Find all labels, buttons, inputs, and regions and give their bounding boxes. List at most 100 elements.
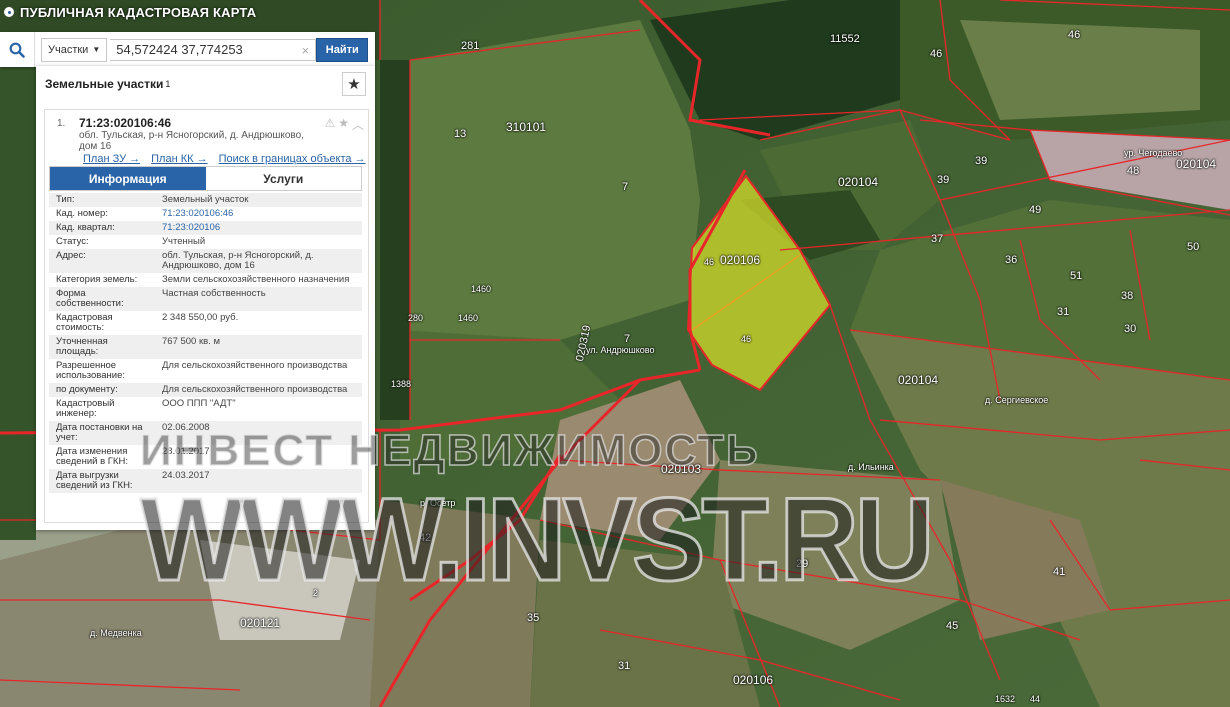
map-label-parcel: 2	[313, 588, 319, 598]
map-label-road: р. Осетр	[420, 498, 456, 508]
map-label-parcel: 1460	[471, 284, 492, 294]
map-label-road: д. Ильинка	[848, 462, 894, 472]
logo-icon	[4, 7, 14, 17]
attribute-row: Форма собственности: Частная собственност…	[49, 287, 362, 311]
attribute-value[interactable]: 71:23:020106	[155, 221, 362, 235]
map-label-quarter: 020104	[1176, 157, 1217, 171]
panel-header: Земельные участки 1 ★	[36, 66, 375, 102]
attribute-value: Учтенный	[162, 236, 206, 247]
attribute-row: Кад. квартал: 71:23:020106	[49, 221, 362, 235]
attribute-row: Категория земель: Земли сельскохозяйствен…	[49, 273, 362, 287]
attribute-key: Адрес:	[49, 249, 155, 273]
map-label-parcel: 46	[930, 48, 943, 60]
card-tabs: Информация Услуги	[49, 166, 362, 191]
attribute-key: Уточненная площадь:	[49, 335, 155, 359]
attribute-value: Для сельскохозяйственного производства	[162, 360, 348, 371]
card-tools: ⚠ ★ ︿	[324, 116, 364, 133]
app-header: ПУБЛИЧНАЯ КАДАСТРОВАЯ КАРТА	[0, 0, 264, 24]
map-label-parcel: 1632	[995, 694, 1016, 704]
attribute-key: Кадастровая стоимость:	[56, 312, 113, 333]
attribute-row: Адрес: обл. Тульская, р-н Ясногорский, д.…	[49, 249, 362, 273]
attribute-key: Тип:	[49, 193, 155, 207]
attribute-row: Статус: Учтенный	[49, 235, 362, 249]
map-label-parcel: 44	[1030, 694, 1041, 704]
map-label-parcel: 280	[408, 313, 424, 323]
map-label-parcel: 29	[796, 558, 809, 570]
map-label-quarter: 020103	[661, 462, 702, 476]
attribute-key: Дата изменения сведений в ГКН:	[56, 446, 128, 467]
attribute-value: ООО ППП "АДТ"	[162, 398, 236, 409]
map-label-parcel: 42	[419, 532, 432, 544]
attribute-row: по документу: Для сельскохозяйственного п…	[49, 383, 362, 397]
parcel-address: обл. Тульская, р-н Ясногорский, д. Андрю…	[79, 130, 304, 152]
map-label-parcel: 35	[527, 612, 540, 624]
map-label-parcel: 49	[1029, 204, 1042, 216]
map-label-quarter: 020106	[720, 253, 761, 267]
chevron-down-icon: ▼	[92, 45, 101, 54]
map-label-parcel: 31	[1057, 306, 1070, 318]
map-label-quarter: 020121	[240, 616, 281, 630]
map-label-parcel: 48	[1127, 165, 1140, 177]
search-submit-button[interactable]: Найти	[316, 37, 369, 62]
attribute-key: Кад. квартал:	[49, 221, 155, 235]
map-label-parcel: 51	[1070, 270, 1083, 282]
attribute-key: Кадастровый инженер:	[56, 398, 115, 419]
attributes-table: Тип: Земельный участок Кад. номер: 71:23:02…	[49, 193, 362, 493]
map-label-quarter: 020106	[733, 673, 774, 687]
panel-title: Земельные участки	[45, 77, 164, 91]
map-label-parcel: 7	[622, 181, 629, 193]
attribute-row: Кадастровая стоимость: 2 348 550,00 руб.	[49, 311, 362, 335]
plan-kk-link[interactable]: План КК →	[151, 153, 207, 165]
search-query-text: 54,572424 37,774253	[116, 42, 243, 57]
tab-services[interactable]: Услуги	[205, 167, 361, 190]
attribute-key: Кад. номер:	[56, 208, 108, 219]
attribute-row: Разрешенное использование: Для сельскохоз…	[49, 359, 362, 383]
map-label-parcel: 50	[1187, 241, 1200, 253]
item-index: 1.	[57, 118, 66, 129]
search-type-select[interactable]: Участки ▼	[41, 37, 108, 62]
attribute-value[interactable]: 71:23:020106:46	[155, 207, 362, 221]
map-label-parcel: 38	[1121, 290, 1134, 302]
attribute-key: Форма собственности:	[49, 287, 155, 311]
favorite-star-icon[interactable]: ★	[342, 72, 366, 96]
map-label-parcel: 13	[454, 128, 467, 140]
map-label-parcel: 39	[937, 174, 950, 186]
attribute-value: Земельный участок	[155, 193, 362, 207]
attribute-value: 24.03.2017	[155, 469, 362, 493]
map-label-quarter: 020104	[838, 175, 879, 189]
map-label-parcel: 36	[1005, 254, 1018, 266]
attribute-row: Дата изменения сведений в ГКН: 28.01.2017	[49, 445, 362, 469]
tab-info[interactable]: Информация	[50, 167, 206, 190]
map-label-quarter: 310101	[506, 120, 547, 134]
map-label-parcel: 46	[1068, 29, 1081, 41]
attribute-value: Частная собственность	[155, 287, 362, 311]
map-label-parcel: 1388	[391, 379, 412, 389]
attribute-key: по документу:	[49, 383, 155, 397]
star-icon[interactable]: ★	[338, 116, 349, 133]
attribute-key: Разрешенное использование:	[56, 360, 126, 381]
attribute-row: Кадастровый инженер: ООО ППП "АДТ"	[49, 397, 362, 421]
parcel-cad-number[interactable]: 71:23:020106:46	[79, 116, 171, 130]
search-input[interactable]: 54,572424 37,774253 ×	[110, 38, 317, 61]
collapse-icon[interactable]: ︿	[352, 116, 364, 133]
map-label-road: ур. Чегодаево	[1124, 148, 1183, 158]
map-label-parcel: 46	[704, 257, 715, 267]
map-label-parcel: 41	[1053, 566, 1066, 578]
clear-icon[interactable]: ×	[302, 43, 310, 58]
search-icon[interactable]	[0, 32, 35, 67]
attribute-value: 2 348 550,00 руб.	[162, 312, 239, 323]
attribute-value: 28.01.2017	[162, 446, 210, 457]
map-label-parcel: 11552	[830, 33, 860, 45]
map-label-parcel: 30	[1124, 323, 1137, 335]
map-label-parcel: 281	[461, 40, 480, 52]
plan-zu-link[interactable]: План ЗУ →	[83, 153, 140, 165]
map-label-parcel: 45	[946, 620, 959, 632]
map-label-quarter: 020104	[898, 373, 939, 387]
attribute-row: Дата постановки на учет: 02.06.2008	[49, 421, 362, 445]
warning-icon[interactable]: ⚠	[324, 116, 335, 133]
attribute-key: Категория земель:	[56, 274, 138, 285]
map-label-parcel: 7	[624, 333, 631, 345]
search-in-bounds-link[interactable]: Поиск в границах объекта →	[219, 153, 366, 165]
attribute-row: Тип: Земельный участок	[49, 193, 362, 207]
map-label-parcel: 31	[618, 660, 631, 672]
